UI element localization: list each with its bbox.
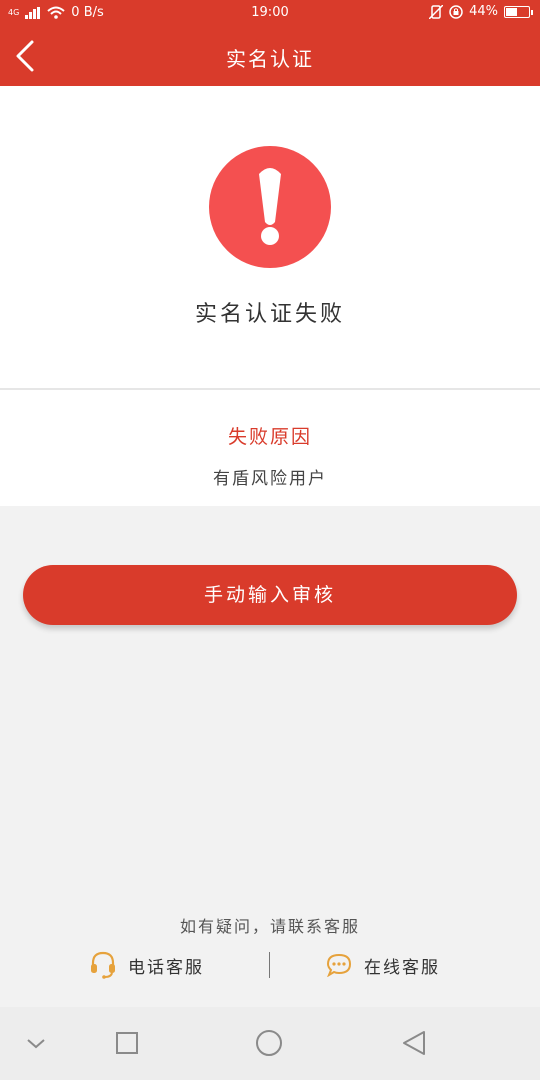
result-panel: 实名认证失败 <box>0 86 540 388</box>
nav-collapse-button[interactable] <box>20 1027 52 1059</box>
app-header: 实名认证 <box>0 26 540 86</box>
headset-icon <box>91 951 115 979</box>
online-support-button[interactable]: 在线客服 <box>326 948 440 982</box>
square-icon <box>116 1032 138 1054</box>
result-title: 实名认证失败 <box>194 302 345 327</box>
status-right: 44% <box>429 4 533 19</box>
battery-percent: 44% <box>469 4 498 19</box>
chevron-down-icon <box>27 1039 45 1049</box>
online-support-label: 在线客服 <box>364 957 440 978</box>
chat-bubble-icon <box>326 953 352 977</box>
contact-separator <box>269 952 270 978</box>
nav-back-button[interactable] <box>398 1027 430 1059</box>
exclamation-icon <box>259 168 281 245</box>
circle-icon <box>256 1030 282 1056</box>
triangle-back-icon <box>403 1031 425 1055</box>
manual-review-button[interactable]: 手动输入审核 <box>23 565 517 625</box>
phone-support-button[interactable]: 电话客服 <box>90 948 204 982</box>
battery-fill <box>506 7 517 16</box>
alert-badge <box>209 146 331 268</box>
vibrate-icon <box>429 4 444 19</box>
system-nav-bar <box>0 1007 540 1080</box>
help-text: 如有疑问，请联系客服 <box>179 917 360 936</box>
reason-title: 失败原因 <box>227 426 312 448</box>
reason-text: 有盾风险用户 <box>213 469 327 489</box>
battery-icon <box>504 5 533 18</box>
phone-support-label: 电话客服 <box>128 957 204 978</box>
status-bar: 4G 0 B/s 19:00 44% <box>0 0 540 26</box>
nav-recents-button[interactable] <box>111 1027 143 1059</box>
reason-panel: 失败原因 有盾风险用户 <box>0 390 540 506</box>
page-title: 实名认证 <box>226 47 314 71</box>
screen: 4G 0 B/s 19:00 44% 实名认证 实名认证失败 失败原因 有盾风险… <box>0 0 540 1080</box>
nav-home-button[interactable] <box>253 1027 285 1059</box>
rotation-lock-icon <box>449 4 463 19</box>
contact-row: 电话客服 在线客服 <box>0 948 540 982</box>
